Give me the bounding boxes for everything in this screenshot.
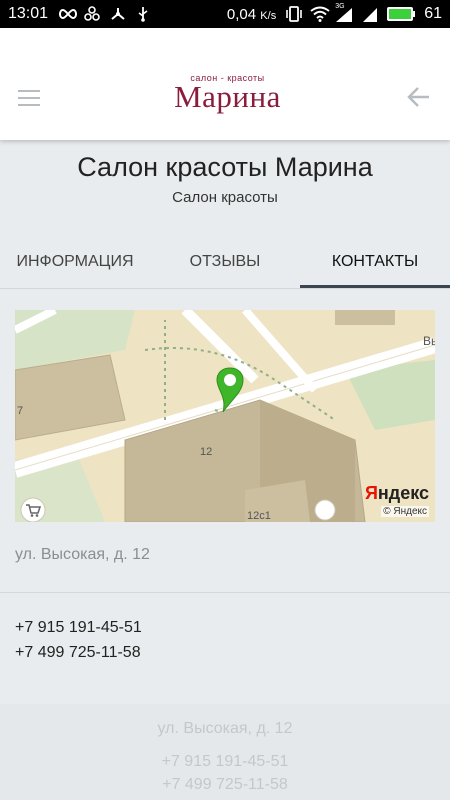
status-time: 13:01 xyxy=(8,5,49,22)
vibrate-icon xyxy=(285,6,303,22)
salon-logo: салон - красоты Марина xyxy=(174,73,281,114)
phone-list: +7 915 191-45-51 +7 499 725-11-58 xyxy=(15,615,142,665)
signal-3g-icon: 3G xyxy=(335,3,353,22)
footer-phone[interactable]: +7 915 191-45-51 xyxy=(0,750,450,773)
signal-icon xyxy=(362,6,378,22)
network-speed: 0,04 K/s xyxy=(226,5,277,23)
tab-bar: ИНФОРМАЦИЯ ОТЗЫВЫ КОНТАКТЫ xyxy=(0,240,450,288)
clover-icon xyxy=(84,6,100,22)
map-building-label: 7 xyxy=(17,405,24,417)
map-street-label: Вы xyxy=(423,334,435,348)
tab-reviews[interactable]: ОТЗЫВЫ xyxy=(150,240,300,288)
tab-information[interactable]: ИНФОРМАЦИЯ xyxy=(0,240,150,288)
hamburger-icon xyxy=(18,90,40,92)
divider xyxy=(0,592,450,593)
tab-contacts[interactable]: КОНТАКТЫ xyxy=(300,240,450,288)
footer-address: ул. Высокая, д. 12 xyxy=(157,720,293,737)
footer: ул. Высокая, д. 12 +7 915 191-45-51 +7 4… xyxy=(0,704,450,800)
status-bar: 13:01 0,04 K/s 3G 61 xyxy=(0,0,450,28)
contact-address: ул. Высокая, д. 12 xyxy=(15,546,150,563)
map-building-label: 12с1 xyxy=(247,510,271,522)
wifi-icon xyxy=(310,6,330,22)
page-subtitle: Салон красоты xyxy=(172,189,278,206)
footer-phone[interactable]: +7 499 725-11-58 xyxy=(0,773,450,796)
tab-divider xyxy=(0,288,450,289)
footer-phones: +7 915 191-45-51 +7 499 725-11-58 xyxy=(0,750,450,796)
arrow-left-icon xyxy=(407,87,429,107)
phone-link[interactable]: +7 915 191-45-51 xyxy=(15,615,142,640)
location-map[interactable]: Вы 7 12 12с1 Яндекс © Яндекс xyxy=(15,310,435,522)
map-building-label: 12 xyxy=(200,446,213,458)
app-header: салон - красоты Марина xyxy=(0,28,450,140)
yandex-logo: Яндекс xyxy=(364,483,429,503)
cart-icon xyxy=(25,503,41,517)
back-button[interactable] xyxy=(406,84,432,110)
phone-link[interactable]: +7 499 725-11-58 xyxy=(15,640,142,665)
battery-level: 61 xyxy=(424,5,442,22)
title-block: Салон красоты Марина Салон красоты xyxy=(0,152,450,206)
battery-icon xyxy=(387,7,416,21)
map-copyright: © Яндекс xyxy=(381,506,429,517)
share-nodes-icon xyxy=(110,6,126,22)
usb-icon xyxy=(136,6,152,22)
infinity-icon xyxy=(58,6,78,22)
page-title: Салон красоты Марина xyxy=(77,152,373,182)
map-pin-icon[interactable] xyxy=(215,366,245,414)
menu-button[interactable] xyxy=(18,90,40,106)
